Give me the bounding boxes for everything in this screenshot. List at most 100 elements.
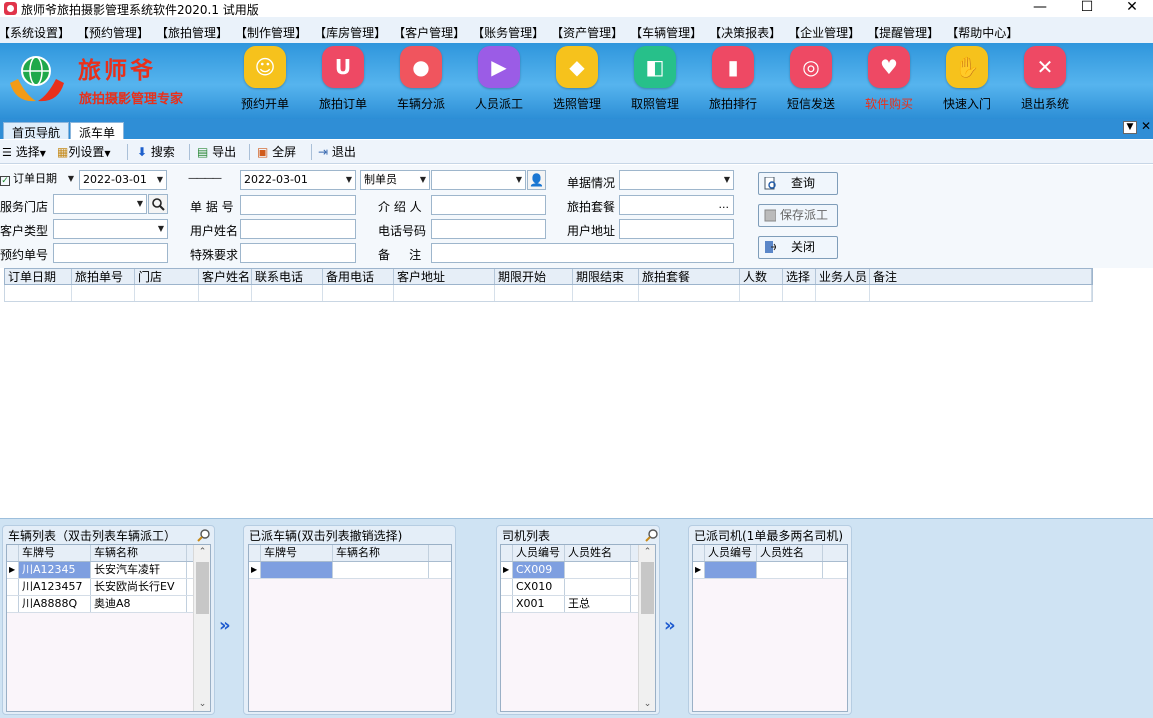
tab-list-dropdown-icon[interactable]: ▼ — [1123, 121, 1137, 134]
store-search-icon[interactable] — [148, 194, 168, 214]
quick-button-11[interactable]: ✕ 退出系统 — [1006, 46, 1084, 116]
table-cell[interactable] — [135, 285, 199, 301]
scroll-up-icon[interactable]: ⌃ — [639, 547, 656, 557]
doc-no-input[interactable] — [240, 195, 356, 215]
quick-button-7[interactable]: ▮ 旅拍排行 — [694, 46, 772, 116]
column-header[interactable]: 选择 — [783, 269, 816, 284]
table-cell[interactable] — [323, 285, 394, 301]
table-cell[interactable] — [5, 285, 72, 301]
menu-travel-shoot[interactable]: 【旅拍管理】 — [156, 24, 228, 41]
quick-button-8[interactable]: ◎ 短信发送 — [772, 46, 850, 116]
table-cell[interactable] — [740, 285, 783, 301]
user-name-input[interactable] — [240, 219, 356, 239]
query-button[interactable]: 查询 — [758, 172, 838, 195]
customer-type-select[interactable] — [53, 219, 168, 239]
save-dispatch-button[interactable]: 保存派工 — [758, 204, 838, 227]
export-button[interactable]: ▤ 导出 — [197, 143, 236, 161]
magnifier-icon[interactable] — [197, 528, 211, 542]
table-row[interactable]: 川A123457 长安欧尚长行EV — [7, 579, 210, 596]
table-cell[interactable] — [495, 285, 573, 301]
quick-button-5[interactable]: ◆ 选照管理 — [538, 46, 616, 116]
close-button[interactable]: ✕ — [1109, 0, 1153, 17]
column-header[interactable]: 车牌号 — [261, 545, 333, 561]
booking-no-input[interactable] — [53, 243, 168, 263]
menu-assets[interactable]: 【资产管理】 — [551, 24, 623, 41]
quick-button-6[interactable]: ◧ 取照管理 — [616, 46, 694, 116]
creator-field-select[interactable]: 制单员 — [360, 170, 430, 190]
minimize-button[interactable]: — — [1017, 0, 1063, 17]
table-cell[interactable]: CX009 — [513, 562, 565, 578]
quick-button-9[interactable]: ♥ 软件购买 — [850, 46, 928, 116]
table-cell[interactable] — [870, 285, 1092, 301]
assign-driver-arrow-icon[interactable]: » — [664, 615, 676, 636]
driver-list-scrollbar[interactable]: ⌃ ⌄ — [638, 545, 655, 711]
column-header[interactable]: 订单日期 — [5, 269, 72, 284]
column-header[interactable]: 旅拍单号 — [72, 269, 135, 284]
column-header[interactable]: 门店 — [135, 269, 199, 284]
menu-reports[interactable]: 【决策报表】 — [709, 24, 781, 41]
menu-warehouse[interactable]: 【库房管理】 — [314, 24, 386, 41]
close-form-button[interactable]: 关闭 — [758, 236, 838, 259]
menu-production[interactable]: 【制作管理】 — [235, 24, 307, 41]
table-cell[interactable] — [573, 285, 639, 301]
maximize-button[interactable]: ☐ — [1064, 0, 1110, 17]
column-header[interactable]: 业务人员 — [816, 269, 870, 284]
column-header[interactable]: 车牌号 — [19, 545, 91, 561]
column-settings-button[interactable]: ▦列设置▼ — [57, 143, 111, 161]
menu-customer[interactable]: 【客户管理】 — [393, 24, 465, 41]
table-cell[interactable] — [639, 285, 740, 301]
column-header[interactable]: 备用电话 — [323, 269, 394, 284]
table-row[interactable]: X001 王总 — [501, 596, 655, 613]
column-header[interactable]: 人员编号 — [705, 545, 757, 561]
menu-reminders[interactable]: 【提醒管理】 — [867, 24, 939, 41]
doc-status-select[interactable] — [619, 170, 734, 190]
scroll-thumb[interactable] — [196, 562, 209, 614]
date-field-select[interactable]: 订单日期 — [10, 170, 77, 190]
column-header[interactable]: 车辆名称 — [91, 545, 187, 561]
assign-vehicle-arrow-icon[interactable]: » — [219, 615, 231, 636]
scroll-down-icon[interactable]: ⌄ — [194, 699, 211, 709]
menu-booking[interactable]: 【预约管理】 — [77, 24, 149, 41]
table-row[interactable] — [249, 562, 451, 579]
scroll-thumb[interactable] — [641, 562, 654, 614]
table-cell[interactable] — [757, 562, 823, 578]
referrer-input[interactable] — [431, 195, 546, 215]
table-cell[interactable]: 川A8888Q — [19, 596, 91, 612]
table-cell[interactable]: X001 — [513, 596, 565, 612]
table-row[interactable] — [693, 562, 847, 579]
table-cell[interactable] — [783, 285, 816, 301]
column-header[interactable]: 备注 — [870, 269, 1092, 284]
table-row[interactable]: 川A12345长安汽车凌轩 — [7, 562, 210, 579]
table-cell[interactable] — [565, 562, 631, 578]
date-from-picker[interactable]: 2022-03-01 — [79, 170, 167, 190]
table-cell[interactable] — [705, 562, 757, 578]
exit-button[interactable]: ⇥ 退出 — [318, 143, 356, 161]
menu-accounts[interactable]: 【账务管理】 — [472, 24, 544, 41]
tab-dispatch-order[interactable]: 派车单 — [70, 122, 125, 140]
vehicle-list-scrollbar[interactable]: ⌃ ⌄ — [193, 545, 210, 711]
date-to-picker[interactable]: 2022-03-01 — [240, 170, 356, 190]
table-row[interactable]: 川A8888Q 奥迪A8 — [7, 596, 210, 613]
table-cell[interactable] — [199, 285, 252, 301]
column-header[interactable]: 人员编号 — [513, 545, 565, 561]
table-cell[interactable]: CX010 — [513, 579, 565, 595]
special-req-input[interactable] — [240, 243, 356, 263]
table-cell[interactable] — [72, 285, 135, 301]
menu-system-settings[interactable]: 【系统设置】 — [0, 24, 70, 41]
menu-vehicles[interactable]: 【车辆管理】 — [630, 24, 702, 41]
column-header[interactable]: 人员姓名 — [565, 545, 631, 561]
table-cell[interactable]: 长安汽车凌轩 — [91, 562, 187, 578]
table-row[interactable]: CX010 — [501, 579, 655, 596]
phone-input[interactable] — [431, 219, 546, 239]
table-cell[interactable] — [333, 562, 429, 578]
menu-enterprise[interactable]: 【企业管理】 — [788, 24, 860, 41]
table-cell[interactable] — [261, 562, 333, 578]
table-cell[interactable]: 川A123457 — [19, 579, 91, 595]
table-cell[interactable] — [565, 579, 631, 595]
person-picker-icon[interactable]: 👤 — [527, 170, 546, 190]
table-row[interactable]: CX009 — [501, 562, 655, 579]
remark-input[interactable] — [431, 243, 734, 263]
scroll-down-icon[interactable]: ⌄ — [639, 699, 656, 709]
magnifier-icon[interactable] — [645, 528, 659, 542]
select-menu-button[interactable]: ☰ 选择▼ — [2, 143, 46, 161]
